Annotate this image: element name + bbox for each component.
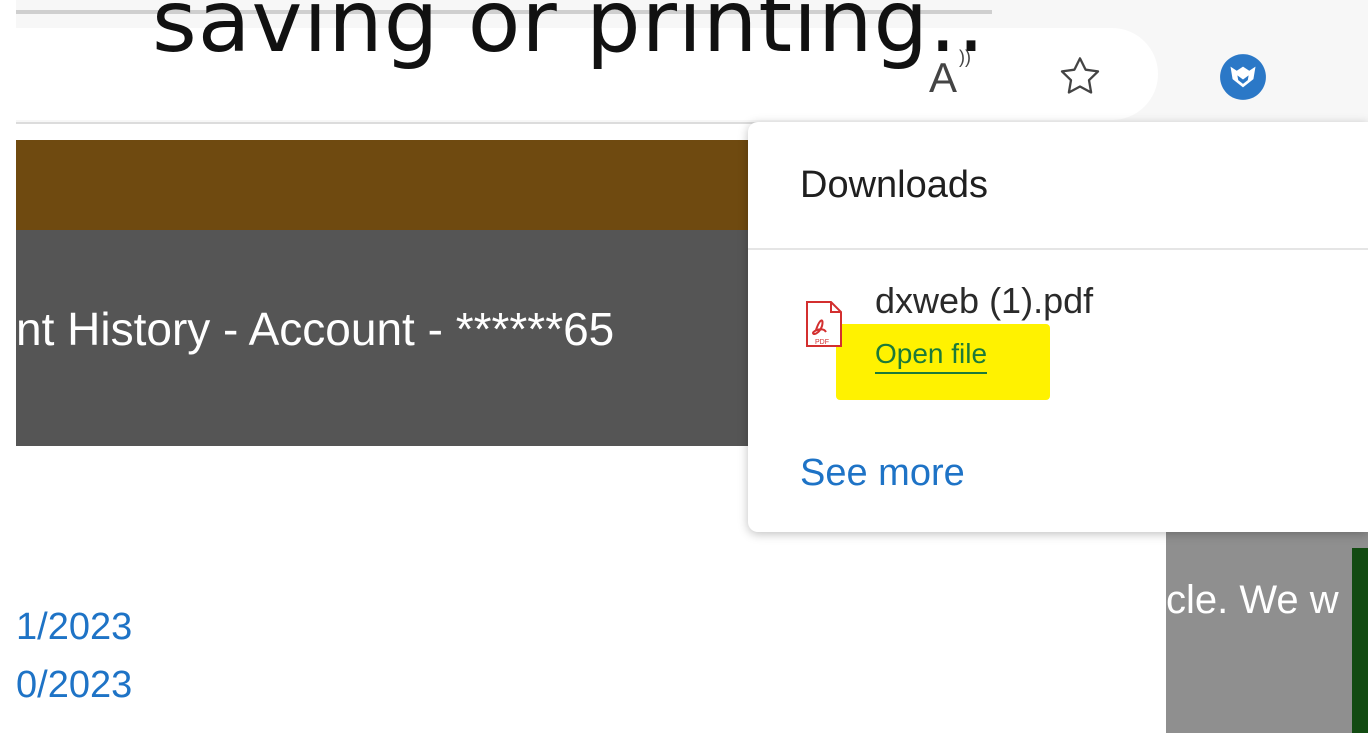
downloads-title: Downloads — [800, 164, 988, 206]
green-side-bar — [1352, 548, 1368, 733]
read-aloud-waves: )) — [959, 47, 971, 67]
left-window-edge — [0, 0, 16, 733]
date-link[interactable]: 0/2023 — [16, 656, 132, 714]
downloads-divider — [748, 248, 1368, 250]
svg-text:PDF: PDF — [815, 339, 829, 346]
read-aloud-button[interactable]: A)) — [920, 47, 980, 104]
pdf-file-icon: PDF — [806, 301, 842, 347]
favorite-star-icon — [1060, 57, 1100, 94]
page-title: nt History - Account - ******65 — [16, 303, 615, 355]
overlay-caption: saving or printing.. — [152, 0, 986, 72]
side-panel — [1166, 532, 1368, 733]
date-link[interactable]: 1/2023 — [16, 598, 132, 656]
favorite-button[interactable] — [1052, 48, 1108, 104]
see-more-link[interactable]: See more — [800, 452, 965, 495]
fox-extension-icon — [1220, 54, 1266, 100]
downloads-popup: Downloads PDF dxweb (1).pdf Open file Se… — [748, 122, 1368, 532]
read-aloud-letter: A — [928, 54, 957, 101]
read-aloud-icon: A)) — [928, 47, 971, 102]
side-panel-text: cle. We w — [1166, 578, 1339, 622]
fox-extension-button[interactable] — [1212, 48, 1274, 106]
date-list: 1/2023 0/2023 — [16, 598, 132, 714]
open-file-link[interactable]: Open file — [875, 338, 988, 374]
download-file-name[interactable]: dxweb (1).pdf — [875, 280, 1093, 322]
